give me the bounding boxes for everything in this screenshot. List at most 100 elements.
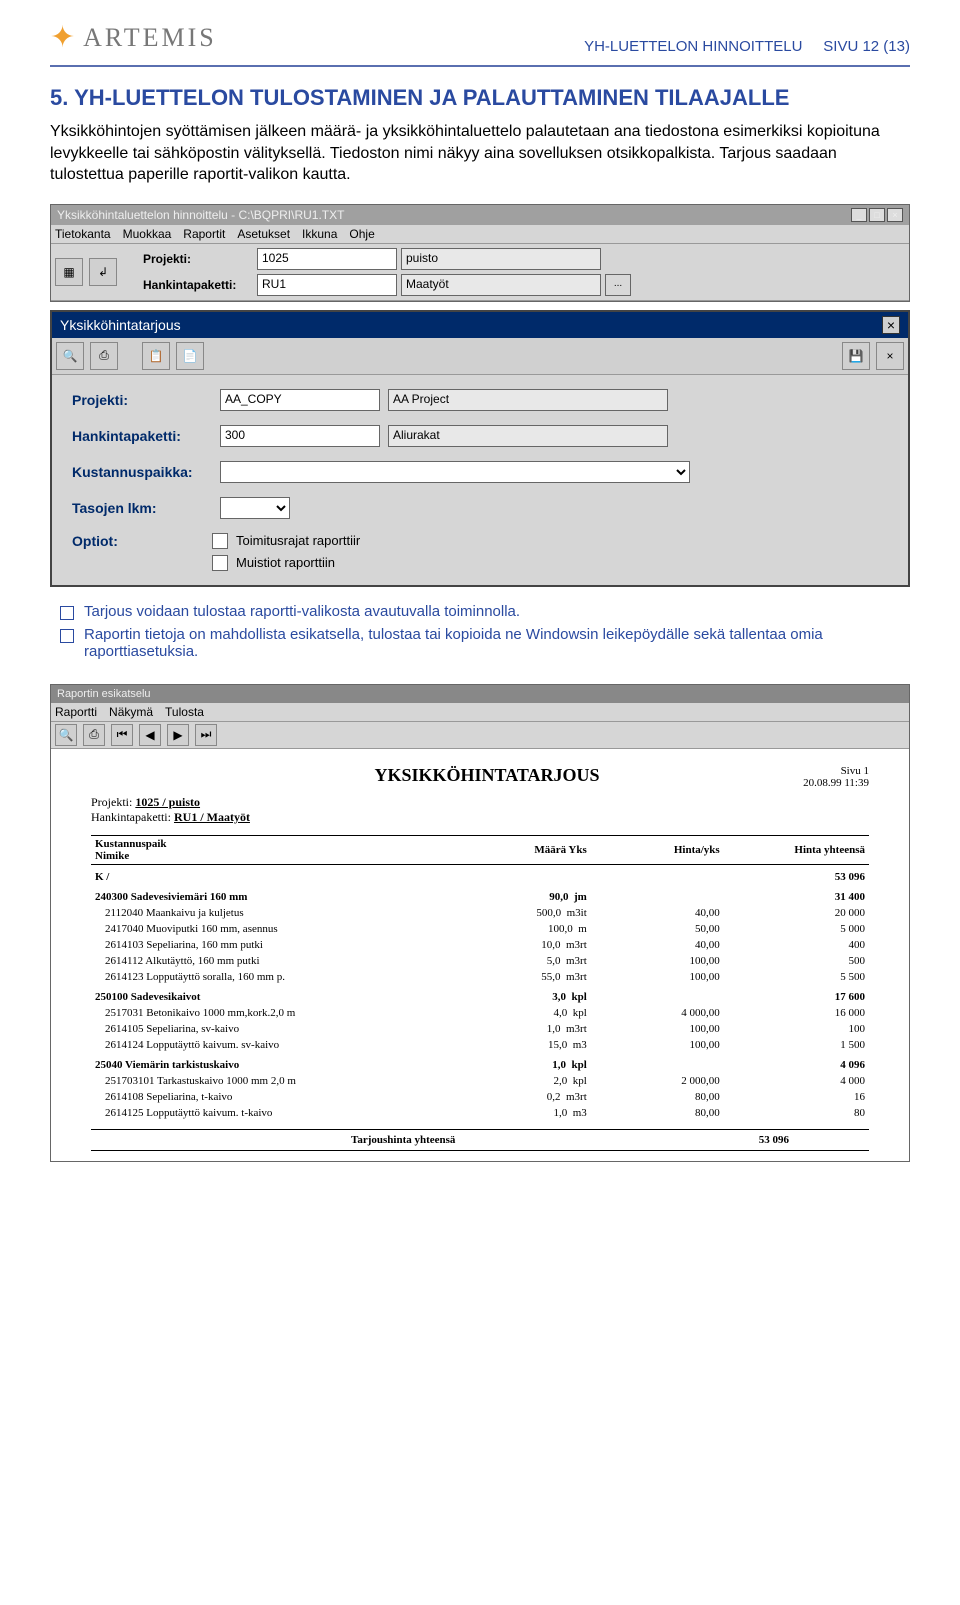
rmenu-raportti[interactable]: Raportti: [55, 705, 97, 719]
m-projekti-label: Projekti:: [72, 392, 212, 408]
bullet-icon: [60, 606, 74, 620]
table-row: 240300 Sadevesiviemäri 160 mm90,0 jm31 4…: [91, 885, 869, 905]
m-tasot-label: Tasojen lkm:: [72, 500, 212, 516]
hankinta-name: Maatyöt: [401, 274, 601, 296]
report-title: YKSIKKÖHINTATARJOUS: [171, 765, 803, 786]
menu-bar: Tietokanta Muokkaa Raportit Asetukset Ik…: [51, 225, 909, 244]
body-paragraph: Yksikköhintojen syöttämisen jälkeen määr…: [50, 121, 910, 186]
table-row: 2614103 Sepeliarina, 160 mm putki10,0 m3…: [91, 937, 869, 953]
hankinta-code[interactable]: RU1: [257, 274, 397, 296]
table-row: 2517031 Betonikaivo 1000 mm,kork.2,0 m4,…: [91, 1005, 869, 1021]
section-title: 5. YH-LUETTELON TULOSTAMINEN JA PALAUTTA…: [50, 85, 910, 111]
report-body: YKSIKKÖHINTATARJOUS Sivu 1 20.08.99 11:3…: [51, 749, 909, 1161]
tasot-select[interactable]: [220, 497, 290, 519]
dialog-title-bar: Yksikköhintatarjous ×: [52, 312, 908, 338]
table-row: 2614112 Alkutäyttö, 160 mm putki5,0 m3rt…: [91, 953, 869, 969]
report-date: 20.08.99 11:39: [803, 777, 869, 789]
rmenu-tulosta[interactable]: Tulosta: [165, 705, 204, 719]
table-row: 2614105 Sepeliarina, sv-kaivo1,0 m3rt100…: [91, 1021, 869, 1037]
page-number: SIVU 12 (13): [823, 38, 910, 55]
rep-hank-lbl: Hankintapaketti:: [91, 810, 171, 824]
minimize-button[interactable]: _: [851, 208, 867, 222]
paste-button[interactable]: 📄: [176, 342, 204, 370]
table-row: 2614108 Sepeliarina, t-kaivo0,2 m3rt80,0…: [91, 1089, 869, 1105]
header-right: YH-LUETTELON HINNOITTELU SIVU 12 (13): [584, 38, 910, 55]
bullet-list: Tarjous voidaan tulostaa raportti-valiko…: [60, 603, 910, 660]
next-page-button[interactable]: ▶: [167, 724, 189, 746]
table-row: 250100 Sadevesikaivot3,0 kpl17 600: [91, 985, 869, 1005]
dialog-toolbar: 🔍 ⎙ 📋 📄 💾 ×: [52, 338, 908, 375]
toolbar-btn-2[interactable]: ↲: [89, 258, 117, 286]
app-window-main: Yksikköhintaluettelon hinnoittelu - C:\B…: [50, 204, 910, 302]
logo-text: ARTEMIS: [83, 23, 217, 53]
dialog-close-button[interactable]: ×: [882, 316, 900, 334]
menu-ohje[interactable]: Ohje: [349, 227, 374, 241]
browse-button[interactable]: ...: [605, 274, 631, 296]
preview-button[interactable]: 🔍: [56, 342, 84, 370]
report-preview-window: Raportin esikatselu Raportti Näkymä Tulo…: [50, 684, 910, 1162]
copy-button[interactable]: 📋: [142, 342, 170, 370]
projekti-code[interactable]: 1025: [257, 248, 397, 270]
menu-muokkaa[interactable]: Muokkaa: [123, 227, 172, 241]
save-button[interactable]: 💾: [842, 342, 870, 370]
m-hankinta-code[interactable]: 300: [220, 425, 380, 447]
page-header: ✦ ARTEMIS YH-LUETTELON HINNOITTELU SIVU …: [50, 20, 910, 67]
report-total: Tarjoushinta yhteensä 53 096: [91, 1129, 869, 1151]
menu-asetukset[interactable]: Asetukset: [237, 227, 290, 241]
checkbox-toimitusrajat[interactable]: [212, 533, 228, 549]
first-page-button[interactable]: ⏮: [111, 724, 133, 746]
menu-ikkuna[interactable]: Ikkuna: [302, 227, 337, 241]
rep-proj-lbl: Projekti:: [91, 795, 132, 809]
table-row: 2417040 Muoviputki 160 mm, asennus100,0 …: [91, 921, 869, 937]
m-hankinta-name: Aliurakat: [388, 425, 668, 447]
m-projekti-name: AA Project: [388, 389, 668, 411]
report-toolbar: 🔍 ⎙ ⏮ ◀ ▶ ⏭: [51, 722, 909, 749]
report-page: Sivu 1: [803, 765, 869, 777]
rep-proj-val: 1025 / puisto: [135, 795, 200, 809]
report-window-title: Raportin esikatselu: [57, 688, 151, 700]
table-row: 2614124 Lopputäyttö kaivum. sv-kaivo15,0…: [91, 1037, 869, 1053]
table-row: 2112040 Maankaivu ja kuljetus500,0 m3it4…: [91, 905, 869, 921]
table-row: 2614125 Lopputäyttö kaivum. t-kaivo1,0 m…: [91, 1105, 869, 1121]
bullet-2: Raportin tietoja on mahdollista esikatse…: [84, 626, 910, 660]
doc-title: YH-LUETTELON HINNOITTELU: [584, 38, 802, 55]
kustannuspaikka-select[interactable]: [220, 461, 690, 483]
toolbar: ▦ ↲ Projekti: 1025 puisto Hankintapakett…: [51, 244, 909, 301]
title-bar: Yksikköhintaluettelon hinnoittelu - C:\B…: [51, 205, 909, 225]
table-row: 251703101 Tarkastuskaivo 1000 mm 2,0 m2,…: [91, 1073, 869, 1089]
report-menu-bar: Raportti Näkymä Tulosta: [51, 703, 909, 722]
m-hankinta-label: Hankintapaketti:: [72, 428, 212, 444]
report-title-bar: Raportin esikatselu: [51, 685, 909, 703]
m-optiot-label: Optiot:: [72, 533, 212, 571]
bullet-icon: [60, 629, 74, 643]
prev-page-button[interactable]: ◀: [139, 724, 161, 746]
table-row: 25040 Viemärin tarkistuskaivo1,0 kpl4 09…: [91, 1053, 869, 1073]
hankinta-label: Hankintapaketti:: [143, 278, 253, 292]
opt1-label: Toimitusrajat raporttiir: [236, 533, 360, 548]
logo: ✦ ARTEMIS: [50, 20, 217, 55]
checkbox-muistiot[interactable]: [212, 555, 228, 571]
menu-raportit[interactable]: Raportit: [183, 227, 225, 241]
window-title: Yksikköhintaluettelon hinnoittelu - C:\B…: [57, 208, 344, 222]
rep-hank-val: RU1 / Maatyöt: [174, 810, 250, 824]
projekti-label: Projekti:: [143, 252, 253, 266]
maximize-button[interactable]: □: [869, 208, 885, 222]
close-button[interactable]: ×: [887, 208, 903, 222]
opt2-label: Muistiot raporttiin: [236, 555, 335, 570]
zoom-button[interactable]: 🔍: [55, 724, 77, 746]
delete-button[interactable]: ×: [876, 342, 904, 370]
m-projekti-code[interactable]: AA_COPY: [220, 389, 380, 411]
last-page-button[interactable]: ⏭: [195, 724, 217, 746]
toolbar-btn-1[interactable]: ▦: [55, 258, 83, 286]
tarjous-dialog: Yksikköhintatarjous × 🔍 ⎙ 📋 📄 💾 × Projek…: [50, 310, 910, 587]
print-button[interactable]: ⎙: [83, 724, 105, 746]
rmenu-nakyma[interactable]: Näkymä: [109, 705, 153, 719]
bullet-1: Tarjous voidaan tulostaa raportti-valiko…: [84, 603, 520, 620]
report-table: KustannuspaikNimike Määrä Yks Hinta/yks …: [91, 835, 869, 1121]
print-button[interactable]: ⎙: [90, 342, 118, 370]
dialog-title: Yksikköhintatarjous: [60, 317, 181, 333]
table-row: 2614123 Lopputäyttö soralla, 160 mm p.55…: [91, 969, 869, 985]
star-icon: ✦: [50, 20, 75, 55]
m-kust-label: Kustannuspaikka:: [72, 464, 212, 480]
menu-tietokanta[interactable]: Tietokanta: [55, 227, 111, 241]
